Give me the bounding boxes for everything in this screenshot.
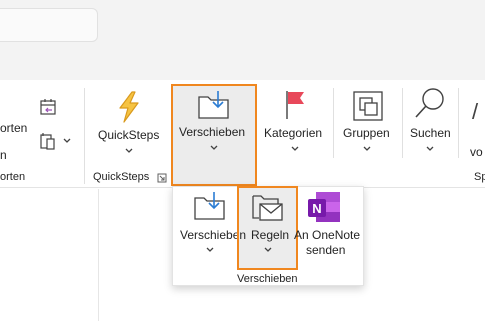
ribbon-separator <box>333 88 334 158</box>
suchen-label: Suchen <box>410 126 451 140</box>
kategorien-button[interactable]: Kategorien <box>260 86 330 164</box>
device-dropdown-icon <box>40 133 71 150</box>
quicksteps-group-label: QuickSteps <box>93 171 150 183</box>
search-box[interactable] <box>0 8 98 42</box>
move-folder-icon <box>194 192 225 220</box>
device-dropdown-button[interactable] <box>38 130 74 152</box>
quicksteps-dialog-launcher[interactable] <box>157 172 167 183</box>
right-icon-partial: / <box>472 99 479 124</box>
quicksteps-button[interactable]: QuickSteps <box>92 86 164 164</box>
flyout-group-label: Verschieben <box>237 273 298 285</box>
search-icon <box>415 88 444 118</box>
ribbon-separator <box>458 88 459 158</box>
onenote-icon: N <box>308 192 340 222</box>
suchen-button[interactable]: Suchen <box>405 86 455 164</box>
regeln-highlight <box>237 186 298 270</box>
dialog-launcher-icon <box>157 173 167 183</box>
title-bar <box>0 0 485 80</box>
right-label-partial: vo <box>470 145 483 159</box>
gruppen-button[interactable]: Gruppen <box>338 86 398 164</box>
pane-divider[interactable] <box>98 189 99 321</box>
lightning-icon <box>119 91 139 123</box>
onenote-label-line1: An OneNote <box>294 228 361 242</box>
chevron-down-icon <box>206 247 214 252</box>
reply-calendar-button[interactable] <box>38 98 60 118</box>
onenote-label-line2: senden <box>306 243 346 257</box>
left-item-label-partial: n <box>0 148 7 162</box>
sort-label-partial: orten <box>0 121 28 135</box>
chevron-down-icon <box>291 146 299 151</box>
chevron-down-icon <box>125 148 133 153</box>
chevron-down-icon <box>426 146 434 151</box>
gruppen-label: Gruppen <box>343 126 390 140</box>
svg-text:N: N <box>312 201 321 216</box>
chevron-down-icon <box>363 146 371 151</box>
reply-calendar-icon <box>40 99 56 115</box>
group-icon <box>353 91 383 121</box>
left-group-label-partial: orten <box>0 171 26 183</box>
flyout-verschieben-button[interactable]: Verschieben <box>176 188 246 266</box>
flag-icon <box>286 91 304 119</box>
kategorien-label: Kategorien <box>264 126 323 140</box>
ribbon-separator <box>84 88 85 184</box>
quicksteps-label: QuickSteps <box>98 128 160 142</box>
right-group-label-partial: Sp <box>474 171 485 183</box>
onenote-send-button[interactable]: N An OneNote senden <box>294 188 360 266</box>
verschieben-highlight <box>171 84 257 186</box>
ribbon-separator <box>402 88 403 158</box>
